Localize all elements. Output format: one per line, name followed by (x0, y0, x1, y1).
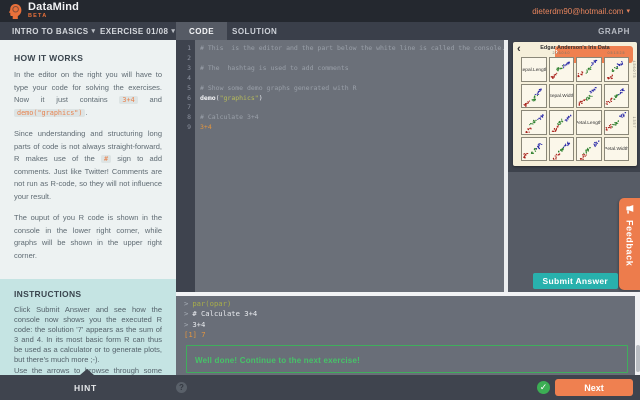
axis-tick-label: 1 3 5 7 (631, 116, 637, 128)
pairs-diagonal-label: Petal.Width (603, 136, 629, 161)
success-message: Well done! Continue to the next exercise… (195, 355, 360, 365)
app-window: { "header": { "brand": "DataMind", "beta… (0, 0, 640, 400)
feedback-tab[interactable]: Feedback (619, 198, 640, 290)
pairs-diagonal-label: Petal.Length (576, 110, 602, 135)
pairs-scatter-cell (603, 57, 629, 82)
beta-badge: BETA (28, 13, 48, 20)
code-line[interactable]: # The hashtag is used to add comments (200, 64, 500, 74)
code-line[interactable] (200, 54, 500, 64)
plot-card: ‹ › Edgar Anderson's Iris Data Sepal.Len… (513, 42, 637, 166)
line-number: 7 (187, 103, 191, 112)
graph-panel-label: GRAPH (598, 26, 630, 36)
how-paragraph-2: Since understanding and structuring long… (14, 129, 162, 201)
pairs-scatter-cell (576, 136, 602, 161)
pairs-scatter-cell (548, 136, 574, 161)
how-paragraph-1: In the editor on the right you will have… (14, 70, 162, 117)
pairs-scatter-cell (548, 110, 574, 135)
console-line: > par(opar) (184, 299, 232, 308)
pairs-diagonal-label: Sepal.Width (548, 83, 574, 108)
exercise-menu[interactable]: EXERCISE 01/08 ▾ (100, 22, 175, 40)
console-lines: > par(opar) > # Calculate 3+4 >3+4 [1] 7 (184, 299, 628, 341)
code-line[interactable] (200, 74, 500, 84)
axis-tick-label: 2.0 3.0 4.0 (552, 50, 570, 56)
inline-code-chip: demo("graphics") (14, 108, 86, 117)
console-scrollbar[interactable] (635, 296, 640, 375)
line-number: 5 (187, 83, 191, 92)
inline-code-chip: # (100, 155, 112, 163)
account-email: dieterdm90@hotmail.com (532, 6, 624, 16)
exercise-menu-label: EXERCISE 01/08 (100, 26, 169, 36)
editor-gutter: 123456789 (176, 40, 195, 292)
code-line[interactable]: # Calculate 3+4 (200, 113, 500, 123)
scrollbar-thumb[interactable] (635, 344, 640, 372)
tab-code-label: CODE (189, 26, 215, 36)
brain-logo-icon (8, 3, 22, 19)
line-number: 3 (187, 63, 191, 72)
section-title: HOW IT WORKS (14, 53, 84, 63)
code-line[interactable] (200, 103, 500, 113)
code-editor[interactable]: 123456789 # This is the editor and the p… (176, 40, 508, 292)
editor-code[interactable]: # This is the editor and the part below … (200, 44, 505, 133)
code-line[interactable]: 3+4 (200, 123, 500, 133)
instructions-paragraph-1: Click Submit Answer and see how the cons… (14, 305, 162, 364)
console-panel[interactable]: > par(opar) > # Calculate 3+4 >3+4 [1] 7 Well… (176, 296, 640, 385)
top-bar: DataMind BETA dieterdm90@hotmail.com ▾ (0, 0, 640, 22)
pairs-scatter-cell (603, 110, 629, 135)
chevron-down-icon: ▾ (626, 8, 630, 15)
instructions-section: INSTRUCTIONS Click Submit Answer and see… (0, 279, 176, 375)
line-number: 1 (187, 44, 191, 52)
pairs-diagonal-label: Sepal.Length (521, 57, 547, 82)
graph-panel: ‹ › Edgar Anderson's Iris Data Sepal.Len… (508, 40, 640, 172)
axis-tick-label: 0.5 1.5 2.5 (607, 50, 625, 56)
pairs-scatter-cell (521, 110, 547, 135)
axis-tick-label: 4.5 6.0 7.5 (631, 60, 637, 78)
footer-bar: HINT ? ✓ Next (0, 369, 640, 400)
line-number: 2 (187, 53, 191, 62)
pairs-scatter-cell (576, 57, 602, 82)
console-line: [1] 7 (184, 330, 206, 340)
chevron-down-icon: ▾ (91, 28, 96, 35)
menu-bar: INTRO TO BASICS ▾ EXERCISE 01/08 ▾ CODE … (0, 22, 640, 40)
line-number: 9 (187, 123, 191, 132)
line-number: 6 (187, 93, 191, 102)
submit-answer-button[interactable]: Submit Answer (532, 273, 618, 289)
console-success-box: Well done! Continue to the next exercise… (186, 344, 628, 373)
brand: DataMind BETA (8, 2, 79, 20)
code-line[interactable]: demo("graphics") (200, 94, 500, 104)
feedback-label: Feedback (624, 220, 635, 267)
code-line[interactable]: # Show some demo graphs generated with R (200, 84, 500, 94)
line-number: 8 (187, 113, 191, 122)
pairs-scatter-cell (548, 57, 574, 82)
code-line[interactable]: # This is the editor and the part below … (200, 44, 505, 54)
line-number: 4 (187, 73, 191, 82)
console-line: >3+4 (184, 319, 206, 329)
section-title: INSTRUCTIONS (14, 289, 82, 299)
how-paragraph-3: The ouput of you R code is shown in the … (14, 213, 162, 260)
next-button[interactable]: Next (555, 379, 633, 396)
megaphone-icon (626, 205, 634, 214)
pairs-scatter-cell (521, 83, 547, 108)
pairs-scatter-cell (576, 83, 602, 108)
sidebar: HOW IT WORKS In the editor on the right … (0, 40, 176, 375)
success-check-icon: ✓ (537, 381, 550, 394)
plot-title: Edgar Anderson's Iris Data (540, 44, 610, 51)
help-icon[interactable]: ? (176, 382, 187, 393)
pairs-grid: Sepal.Length Sepal.Width Petal.Length Petal… (521, 57, 629, 161)
pairs-scatter-cell (521, 136, 547, 161)
course-menu[interactable]: INTRO TO BASICS ▾ (12, 22, 95, 40)
how-it-works-section: HOW IT WORKS In the editor on the right … (0, 40, 176, 279)
pairs-scatter-cell (603, 83, 629, 108)
tab-solution[interactable]: SOLUTION (219, 22, 290, 40)
console-line: > # Calculate 3+4 (184, 309, 258, 319)
account-menu[interactable]: dieterdm90@hotmail.com ▾ (532, 0, 630, 22)
course-menu-label: INTRO TO BASICS (12, 26, 89, 36)
inline-code-chip: 3+4 (119, 96, 138, 104)
plot-prev-button[interactable]: ‹ (517, 44, 521, 55)
hint-button[interactable]: HINT (62, 375, 109, 400)
chevron-down-icon: ▾ (171, 28, 176, 35)
app-title: DataMind (28, 1, 80, 14)
tab-solution-label: SOLUTION (232, 26, 278, 36)
